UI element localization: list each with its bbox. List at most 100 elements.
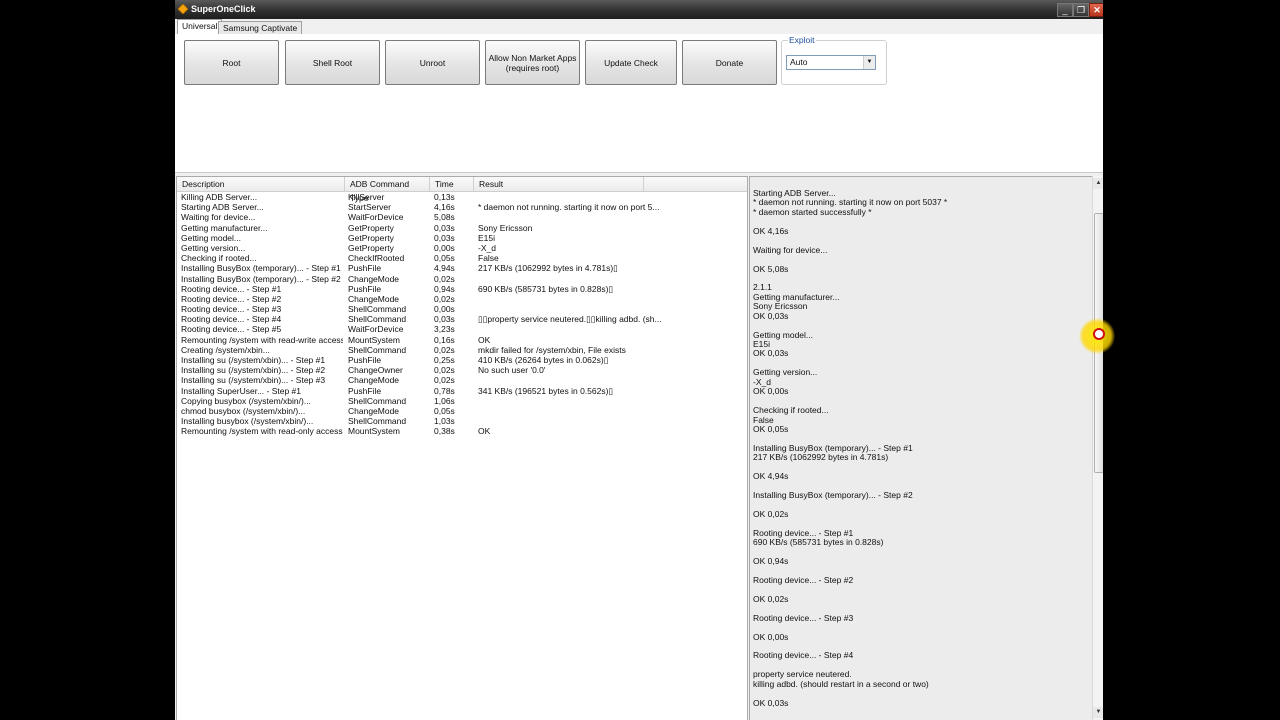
log-line: OK 0,03s	[753, 310, 789, 321]
table-row[interactable]: Killing ADB Server... KillServer 0,13s	[177, 192, 747, 202]
cell-result	[478, 274, 746, 284]
cell-result: -X_d	[478, 242, 496, 253]
chevron-down-icon[interactable]: ▼	[863, 56, 875, 69]
unroot-button[interactable]: Unroot	[385, 40, 480, 85]
cell-time: 0,78s	[434, 385, 455, 396]
cell-time: 0,05s	[434, 405, 455, 416]
log-line: Sony Ericsson	[753, 301, 808, 312]
log-line: Rooting device... - Step #4	[753, 650, 854, 661]
log-scrollbar[interactable]: ▲ ▼	[1092, 176, 1103, 720]
donate-button[interactable]: Donate	[682, 40, 777, 85]
table-row[interactable]: Rooting device... - Step #5 WaitForDevice…	[177, 324, 747, 334]
tab-universal[interactable]: Universal	[177, 19, 223, 35]
cell-description: Installing SuperUser... - Step #1	[181, 385, 302, 396]
table-row[interactable]: Checking if rooted... CheckIfRooted 0,05s F…	[177, 253, 747, 263]
cell-time: 5,08s	[434, 212, 455, 223]
cell-command: GetProperty	[348, 232, 394, 243]
update-check-button[interactable]: Update Check	[585, 40, 677, 85]
table-row[interactable]: Installing su (/system/xbin)... - Step #…	[177, 365, 747, 375]
cell-command: ShellCommand	[348, 344, 407, 355]
close-button[interactable]: ✕	[1089, 3, 1103, 17]
cell-description: Getting version...	[181, 242, 246, 253]
exploit-select[interactable]: Auto ▼	[786, 55, 876, 70]
cell-result: mkdir failed for /system/xbin, File exis…	[478, 344, 626, 355]
cell-result: 341 KB/s (196521 bytes in 0.562s)▯	[478, 385, 614, 396]
table-row[interactable]: Installing SuperUser... - Step #1 PushFil…	[177, 386, 747, 396]
cell-command: ShellCommand	[348, 416, 407, 427]
cell-result	[478, 324, 746, 334]
table-row[interactable]: Copying busybox (/system/xbin/)... ShellC…	[177, 396, 747, 406]
cell-result: ▯▯property service neutered.▯▯killing ad…	[478, 314, 662, 325]
exploit-group: Exploit Auto ▼	[781, 35, 887, 85]
log-line: OK 0,05s	[753, 423, 789, 434]
title-bar[interactable]: SuperOneClick _ ❐ ✕	[175, 0, 1103, 19]
cell-command: WaitForDevice	[348, 324, 404, 335]
log-line: OK 5,08s	[753, 263, 789, 274]
root-button[interactable]: Root	[184, 40, 279, 85]
log-line: OK 0,00s	[753, 386, 789, 397]
scroll-up-icon[interactable]: ▲	[1093, 178, 1103, 189]
table-row[interactable]: Getting manufacturer... GetProperty 0,03s S…	[177, 223, 747, 233]
table-row[interactable]: Creating /system/xbin... ShellCommand 0,02…	[177, 345, 747, 355]
column-header-time[interactable]: Time	[430, 177, 474, 191]
cell-time: 0,94s	[434, 283, 455, 294]
column-header-command[interactable]: ADB Command Type	[345, 177, 430, 203]
log-line: * daemon started successfully *	[753, 206, 872, 217]
exploit-selected-value: Auto	[790, 57, 808, 67]
table-row[interactable]: Remounting /system with read-write acces…	[177, 335, 747, 345]
cell-command: WaitForDevice	[348, 212, 404, 223]
table-row[interactable]: Installing su (/system/xbin)... - Step #…	[177, 355, 747, 365]
cell-command: ShellCommand	[348, 314, 407, 325]
cell-result: False	[478, 253, 499, 264]
cell-result: No such user '0.0'	[478, 365, 546, 376]
log-line: -X_d	[753, 376, 771, 387]
table-row[interactable]: chmod busybox (/system/xbin/)... ChangeMo…	[177, 406, 747, 416]
log-line: Waiting for device...	[753, 244, 828, 255]
shell-root-button[interactable]: Shell Root	[285, 40, 380, 85]
cell-time: 0,03s	[434, 232, 455, 243]
table-row[interactable]: Rooting device... - Step #1 PushFile 0,94s…	[177, 284, 747, 294]
cell-time: 0,13s	[434, 192, 455, 202]
exploit-label: Exploit	[788, 35, 816, 45]
table-row[interactable]: Rooting device... - Step #2 ChangeMode 0,0…	[177, 294, 747, 304]
cell-command: ChangeMode	[348, 293, 400, 304]
table-row[interactable]: Remounting /system with read-only access…	[177, 426, 747, 436]
log-line: OK 0,02s	[753, 508, 789, 519]
tab-strip: Universal Samsung Captivate	[175, 19, 1103, 35]
table-row[interactable]: Waiting for device... WaitForDevice 5,08s	[177, 212, 747, 222]
table-row[interactable]: Installing BusyBox (temporary)... - Step…	[177, 274, 747, 284]
allow-non-market-apps-button[interactable]: Allow Non Market Apps (requires root)	[485, 40, 580, 85]
scroll-down-icon[interactable]: ▼	[1093, 707, 1103, 718]
cell-command: ShellCommand	[348, 304, 407, 315]
table-row[interactable]: Getting model... GetProperty 0,03s E15i	[177, 233, 747, 243]
table-row[interactable]: Rooting device... - Step #4 ShellCommand 0…	[177, 314, 747, 324]
cell-command: ChangeMode	[348, 405, 400, 416]
cell-result	[478, 294, 746, 304]
cell-time: 4,16s	[434, 202, 455, 213]
table-row[interactable]: Installing su (/system/xbin)... - Step #…	[177, 375, 747, 385]
table-row[interactable]: Installing BusyBox (temporary)... - Step…	[177, 263, 747, 273]
column-header-result[interactable]: Result	[474, 177, 644, 191]
restore-button[interactable]: ❐	[1073, 3, 1089, 17]
actions-panel: Root Shell Root Unroot Allow Non Market …	[175, 34, 1103, 173]
table-row[interactable]: Getting version... GetProperty 0,00s -X_d	[177, 243, 747, 253]
cell-description: Rooting device... - Step #1	[181, 283, 282, 294]
minimize-button[interactable]: _	[1057, 3, 1073, 17]
cell-command: ShellCommand	[348, 395, 407, 406]
table-row[interactable]: Rooting device... - Step #3 ShellCommand 0…	[177, 304, 747, 314]
table-row[interactable]: Starting ADB Server... StartServer 4,16s * …	[177, 202, 747, 212]
table-row[interactable]: Installing busybox (/system/xbin/)... She…	[177, 416, 747, 426]
cursor-highlight	[1079, 318, 1115, 354]
column-header-description[interactable]: Description	[177, 177, 345, 191]
command-table[interactable]: Description ADB Command Type Time Result…	[176, 176, 748, 720]
cell-result	[478, 304, 746, 314]
log-output[interactable]: Starting ADB Server... * daemon not runni…	[749, 176, 1094, 720]
tab-samsung-captivate[interactable]: Samsung Captivate	[218, 21, 303, 34]
table-body: Killing ADB Server... KillServer 0,13s Star…	[177, 192, 747, 437]
cell-command: MountSystem	[348, 334, 400, 345]
cell-result	[478, 375, 746, 385]
log-line: Installing BusyBox (temporary)... - Step…	[753, 490, 913, 500]
cell-description: Rooting device... - Step #5	[181, 324, 282, 335]
